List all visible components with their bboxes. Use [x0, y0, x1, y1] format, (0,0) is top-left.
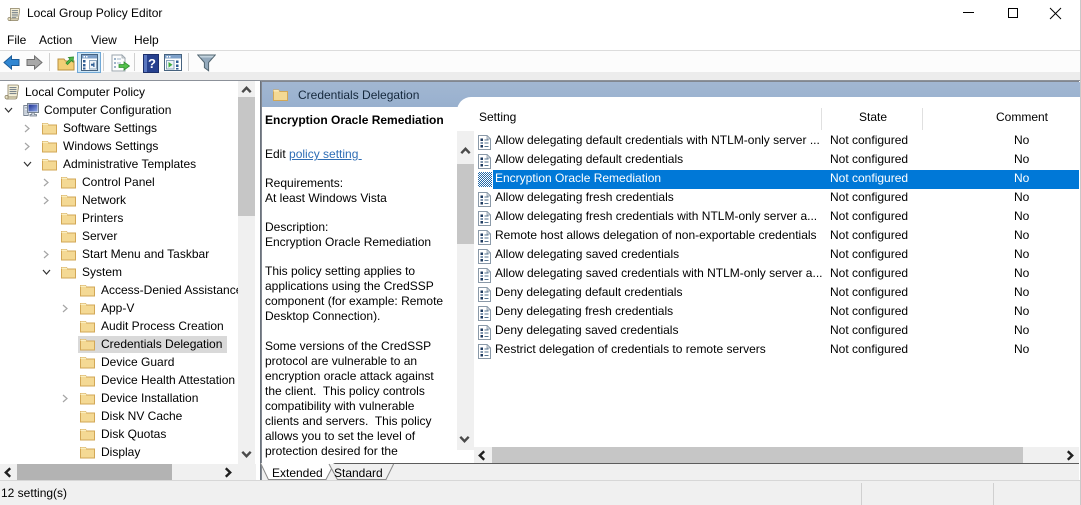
svg-text:?: ?	[148, 56, 156, 71]
